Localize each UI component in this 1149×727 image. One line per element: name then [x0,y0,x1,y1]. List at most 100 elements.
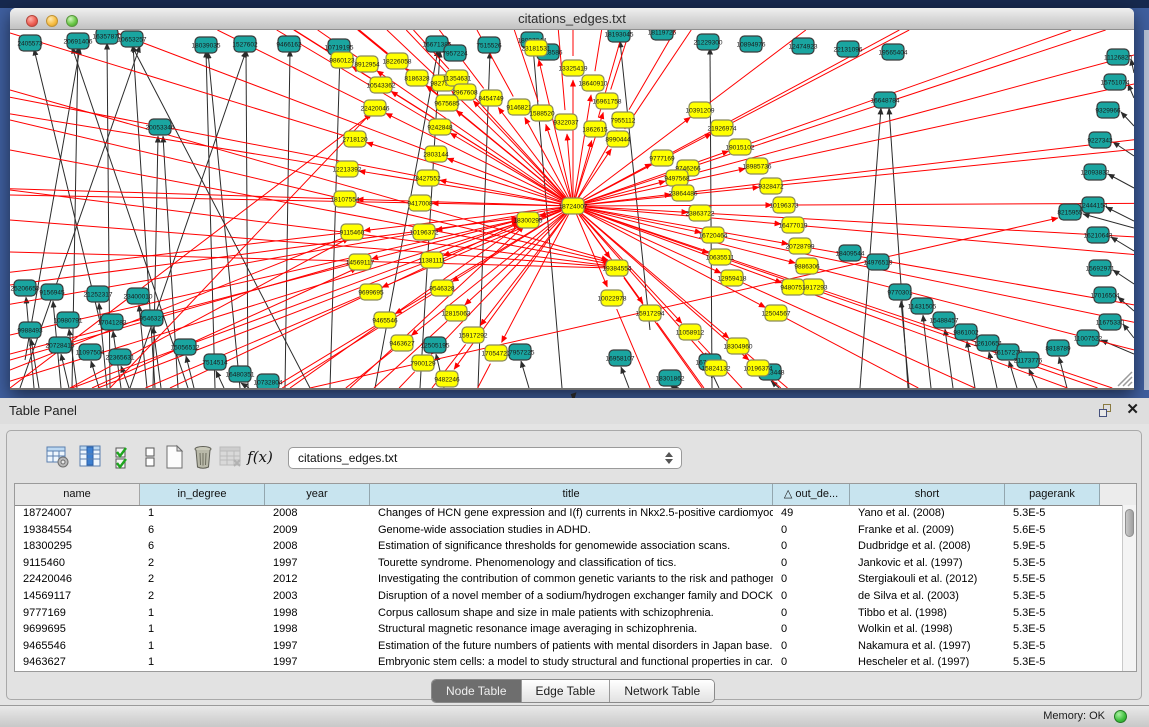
graph-node[interactable]: 16648784 [871,92,900,108]
graph-node[interactable]: 18119725 [648,30,677,40]
graph-node[interactable]: 2718120 [342,131,368,147]
graph-edge[interactable] [346,351,393,388]
graph-edge[interactable] [290,224,522,388]
graph-edge[interactable] [989,352,997,388]
graph-node[interactable]: 22131096 [834,41,863,57]
graph-node[interactable]: 9227343 [1087,132,1113,148]
graph-node[interactable]: 1588520 [529,105,555,121]
graph-node[interactable]: 8454749 [478,90,504,106]
table-cell[interactable]: 22420046 [15,571,140,588]
graph-node[interactable]: 18304960 [724,338,753,354]
graph-node[interactable]: 18640910 [579,75,608,91]
graph-node[interactable]: 9328472 [758,178,784,194]
graph-node[interactable]: 25206650 [11,280,40,296]
table-cell[interactable]: Dudbridge et al. (2008) [850,538,1005,555]
graph-node[interactable]: 10543362 [367,77,396,93]
graph-node[interactable]: 9770301 [887,284,913,300]
graph-node[interactable]: 10653257 [118,31,147,47]
graph-node[interactable]: 7957224 [442,45,468,61]
graph-edge[interactable] [1029,369,1037,388]
graph-node[interactable]: 1527602 [232,36,258,52]
graph-node[interactable]: 9329966 [1095,102,1121,118]
graph-node[interactable]: 9482246 [434,371,460,387]
graph-edge[interactable] [1121,112,1134,126]
column-header-in_degree[interactable]: in_degree [140,484,265,505]
graph-node[interactable]: 15917294 [636,305,665,321]
table-cell[interactable]: Stergiakouli et al. (2012) [850,571,1005,588]
table-cell[interactable]: 2008 [265,538,370,555]
graph-node[interactable]: 15056512 [171,339,200,355]
table-row[interactable]: 946554611997Estimation of the future num… [15,638,1136,655]
graph-node[interactable]: 12504567 [762,305,791,321]
table-cell[interactable]: 5.5E-5 [1005,571,1100,588]
table-row[interactable]: 1456911722003Disruption of a novel membe… [15,588,1136,605]
table-cell[interactable]: de Silva et al. (2003) [850,588,1005,605]
graph-node[interactable]: 16958107 [606,350,635,366]
graph-node[interactable]: 23400010 [124,288,153,304]
graph-edge[interactable] [386,113,573,206]
graph-node[interactable]: 15488457 [930,312,959,328]
graph-edge[interactable] [629,30,675,110]
table-cell[interactable]: Nakamura et al. (1997) [850,638,1005,655]
graph-node[interactable]: 10894976 [737,36,766,52]
table-cell[interactable]: 1997 [265,638,370,655]
graph-node[interactable]: 23181531 [522,40,551,56]
graph-edge[interactable] [525,118,573,206]
graph-edge[interactable] [1111,237,1134,251]
graph-node[interactable]: 11058912 [676,324,705,340]
table-cell[interactable]: 9699695 [15,621,140,638]
table-cell[interactable]: Wolkin et al. (1998) [850,621,1005,638]
graph-edge[interactable] [216,371,224,388]
graph-edge[interactable] [478,364,491,388]
table-row[interactable]: 1830029562008Estimation of significance … [15,538,1136,555]
table-settings-icon[interactable] [44,443,72,471]
graph-edge[interactable] [769,84,1134,163]
table-cell[interactable]: 1997 [265,555,370,572]
column-header-short[interactable]: short [850,484,1005,505]
graph-edge[interactable] [901,301,909,388]
graph-edge[interactable] [107,43,110,388]
column-header-pagerank[interactable]: pagerank [1005,484,1100,505]
table-cell[interactable]: Hescheler et al. (1997) [850,654,1005,671]
graph-node[interactable]: 12093832 [1081,164,1110,180]
column-header-year[interactable]: year [265,484,370,505]
graph-node[interactable]: 10732804 [254,374,283,390]
table-cell[interactable]: Investigating the contribution of common… [370,571,773,588]
graph-node[interactable]: 23864486 [669,185,698,201]
graph-node[interactable]: 10196374 [744,360,773,376]
table-cell[interactable]: 0 [773,555,850,572]
graph-node[interactable]: 8215955 [1057,204,1083,220]
table-cell[interactable]: 0 [773,654,850,671]
graph-node[interactable]: 9463627 [389,335,415,351]
graph-node[interactable]: 18039035 [192,37,221,53]
graph-node[interactable]: 8990444 [605,131,631,147]
graph-node[interactable]: 9777169 [649,150,675,166]
table-cell[interactable]: 9465546 [15,638,140,655]
graph-node[interactable]: 9417008 [407,195,433,211]
graph-node[interactable]: 11675330 [1096,314,1125,330]
table-cell[interactable]: 1998 [265,605,370,622]
graph-node[interactable]: 9146821 [506,99,532,115]
vertical-scrollbar[interactable] [1122,505,1136,672]
graph-node[interactable]: 18226058 [383,53,412,69]
graph-edge[interactable] [689,55,1134,175]
graph-node[interactable]: 18985736 [743,158,772,174]
table-cell[interactable]: Tourette syndrome. Phenomenology and cla… [370,555,773,572]
graph-node[interactable]: 9115460 [340,224,365,240]
table-cell[interactable]: 5.3E-5 [1005,638,1100,655]
table-row[interactable]: 977716911998Corpus callosum shape and si… [15,605,1136,622]
table-cell[interactable]: Franke et al. (2009) [850,522,1005,539]
graph-node[interactable]: 12474923 [789,38,818,54]
column-header-name[interactable]: name [15,484,140,505]
select-columns-icon[interactable] [77,443,105,471]
graph-node[interactable]: 10391209 [686,102,715,118]
graph-edge[interactable] [10,189,333,199]
graph-node[interactable]: 19384554 [603,260,632,276]
graph-node[interactable]: 8912954 [354,56,380,72]
graph-edge[interactable] [269,388,277,390]
table-cell[interactable]: 2008 [265,505,370,522]
resize-grip[interactable] [1118,372,1132,386]
graph-node[interactable]: 9546328 [429,280,455,296]
graph-node[interactable]: 9675685 [434,95,460,111]
graph-node[interactable]: 18193045 [605,30,634,42]
